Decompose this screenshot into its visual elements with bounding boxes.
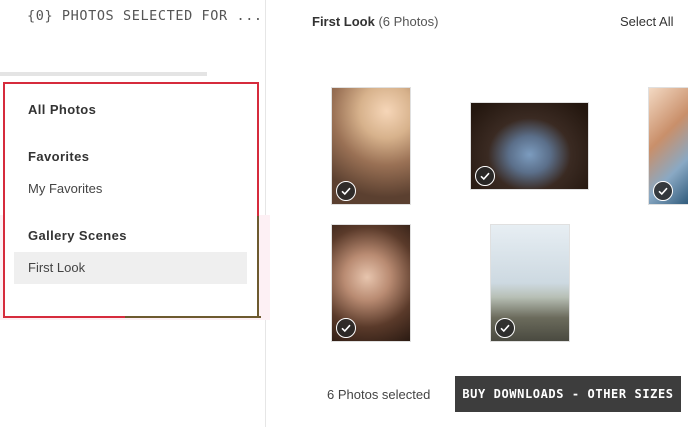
check-icon[interactable]: [475, 166, 495, 186]
sidebar: {0} PHOTOS SELECTED FOR ... All Photos F…: [0, 0, 270, 427]
check-icon[interactable]: [495, 318, 515, 338]
highlight-accent-bottom: [125, 316, 261, 318]
page-title: First Look (6 Photos): [312, 14, 438, 29]
photo-thumbnail[interactable]: [331, 87, 411, 205]
selection-title: {0} PHOTOS SELECTED FOR ...: [27, 8, 263, 24]
sidebar-divider: [0, 72, 207, 76]
sidebar-item-label: First Look: [28, 260, 86, 275]
check-icon[interactable]: [653, 181, 673, 201]
photo-thumbnail[interactable]: [470, 102, 589, 190]
sidebar-item-all-photos[interactable]: All Photos: [28, 102, 96, 117]
scene-title: First Look: [312, 14, 375, 29]
sidebar-nav-highlight: All Photos Favorites My Favorites Galler…: [3, 82, 261, 318]
selected-count: 6 Photos selected: [327, 387, 431, 402]
favorites-heading: Favorites: [28, 149, 90, 164]
photo-count: (6 Photos): [378, 14, 439, 29]
buy-downloads-button[interactable]: BUY DOWNLOADS - OTHER SIZES: [455, 376, 681, 412]
check-icon[interactable]: [336, 318, 356, 338]
photo-thumbnail[interactable]: [648, 87, 688, 205]
photo-thumbnail[interactable]: [490, 224, 570, 342]
select-all-link[interactable]: Select All: [620, 14, 673, 29]
sidebar-item-my-favorites[interactable]: My Favorites: [28, 181, 102, 196]
gallery-scenes-heading: Gallery Scenes: [28, 228, 127, 243]
sidebar-item-first-look[interactable]: First Look: [14, 252, 247, 284]
highlight-accent-right: [257, 216, 259, 318]
check-icon[interactable]: [336, 181, 356, 201]
photo-thumbnail[interactable]: [331, 224, 411, 342]
